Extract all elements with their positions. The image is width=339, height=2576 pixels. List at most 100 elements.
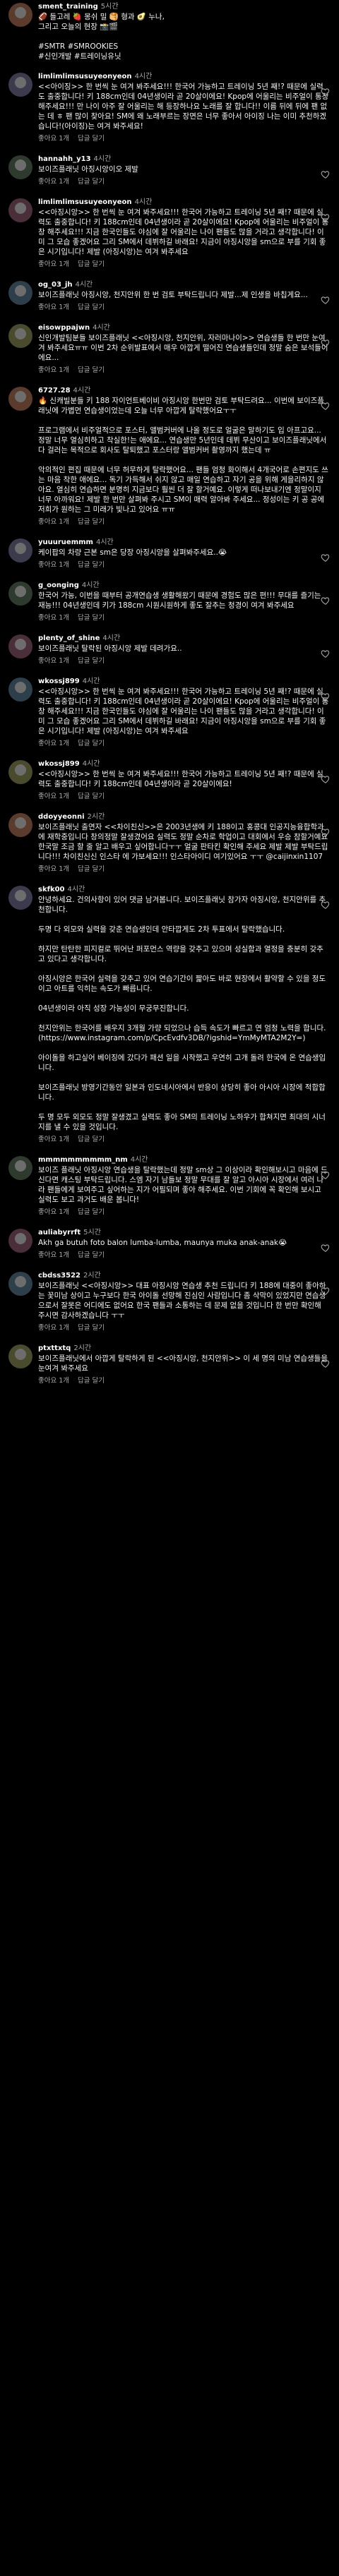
username[interactable]: skfk00 [38,886,65,893]
reply-button[interactable]: 답글 달기 [78,657,105,665]
username[interactable]: og_03_jh [38,281,73,289]
username[interactable]: mmmmmmmmmm_nm [38,1156,128,1164]
heart-icon[interactable] [321,338,331,348]
comment-item: ptxttxtq 2시간 보이즈플래닛에서 아깝게 탈락하게 된 <<아징시앙, 천… [0,1342,339,1395]
heart-icon[interactable] [321,295,331,305]
heart-icon[interactable] [321,212,331,222]
heart-icon[interactable] [321,1359,331,1368]
heart-icon[interactable] [321,596,331,606]
avatar[interactable] [8,1156,32,1180]
timestamp: 4시간 [75,281,93,289]
username[interactable]: ptxttxtq [38,1344,71,1352]
reply-button[interactable]: 답글 달기 [78,865,105,873]
comment-header: eisowppajwn 4시간 [38,323,329,332]
avatar[interactable] [8,1272,32,1296]
like-count[interactable]: 좋아요 1개 [38,614,69,622]
heart-icon[interactable] [321,1286,331,1296]
like-count[interactable]: 좋아요 1개 [38,303,69,311]
comment-header: wkossj899 4시간 [38,759,329,769]
reply-button[interactable]: 답글 달기 [78,1324,105,1332]
avatar[interactable] [8,155,32,179]
avatar[interactable] [8,1344,32,1368]
avatar[interactable] [8,198,32,222]
heart-icon[interactable] [321,1243,331,1253]
reply-button[interactable]: 답글 달기 [78,614,105,622]
avatar[interactable] [8,1229,32,1253]
username[interactable]: ddoyyeonni [38,813,85,821]
like-count[interactable]: 좋아요 1개 [38,366,69,374]
avatar[interactable] [8,3,32,27]
heart-icon[interactable] [321,401,331,411]
username[interactable]: auliabyrrft [38,1229,81,1236]
avatar[interactable] [8,760,32,784]
comment-actions: 좋아요 1개 답글 달기 [38,739,329,749]
username[interactable]: wkossj899 [38,760,80,768]
reply-button[interactable]: 답글 달기 [78,366,105,374]
username[interactable]: cbdss3522 [38,1272,81,1280]
avatar[interactable] [8,324,32,348]
avatar[interactable] [8,813,32,837]
like-count[interactable]: 좋아요 1개 [38,865,69,873]
avatar[interactable] [8,634,32,658]
like-count[interactable]: 좋아요 1개 [38,793,69,800]
like-count[interactable]: 좋아요 1개 [38,1377,69,1385]
reply-button[interactable]: 답글 달기 [78,1136,105,1143]
like-count[interactable]: 좋아요 1개 [38,1208,69,1216]
like-count[interactable]: 좋아요 1개 [38,561,69,569]
reply-button[interactable]: 답글 달기 [78,303,105,311]
like-count[interactable]: 좋아요 1개 [38,135,69,143]
username[interactable]: eisowppajwn [38,324,90,332]
heart-icon[interactable] [321,774,331,784]
username[interactable]: limlimlimsusuyeonyeon [38,198,132,206]
avatar[interactable] [8,886,32,910]
reply-button[interactable]: 답글 달기 [78,518,105,526]
username[interactable]: sment_training [38,3,98,11]
reply-button[interactable]: 답글 달기 [78,740,105,747]
avatar[interactable] [8,538,32,562]
username[interactable]: limlimlimsusuyeonyeon [38,73,132,80]
username[interactable]: plenty_of_shine [38,634,100,642]
username[interactable]: g_oonging [38,582,79,589]
heart-icon[interactable] [321,692,331,702]
reply-button[interactable]: 답글 달기 [78,135,105,143]
reply-button[interactable]: 답글 달기 [78,561,105,569]
like-count[interactable]: 좋아요 1개 [38,260,69,268]
like-count[interactable]: 좋아요 1개 [38,740,69,747]
username[interactable]: yuuuruemmm [38,538,93,546]
like-count[interactable]: 좋아요 1개 [38,1324,69,1332]
like-count[interactable]: 좋아요 1개 [38,518,69,526]
like-count[interactable]: 좋아요 1개 [38,657,69,665]
comment-header: wkossj899 4시간 [38,677,329,686]
comment-item: auliabyrrft 5시간 Akh ga butuh foto balon lu… [0,1226,339,1269]
reply-button[interactable]: 답글 달기 [78,1208,105,1216]
heart-icon[interactable] [321,169,331,179]
like-count[interactable]: 좋아요 1개 [38,1136,69,1143]
comment-actions: 좋아요 1개 답글 달기 [38,613,329,623]
reply-button[interactable]: 답글 달기 [78,1377,105,1385]
username[interactable]: 6727.28 [38,387,71,395]
timestamp: 2시간 [83,1272,101,1280]
like-count[interactable]: 좋아요 1개 [38,1251,69,1259]
username[interactable]: wkossj899 [38,678,80,685]
reply-button[interactable]: 답글 달기 [78,1251,105,1259]
avatar[interactable] [8,678,32,702]
avatar[interactable] [8,73,32,97]
username[interactable]: hannahh_y13 [38,155,91,163]
reply-button[interactable]: 답글 달기 [78,260,105,268]
comment-header: g_oonging 4시간 [38,581,329,590]
heart-icon[interactable] [321,553,331,562]
heart-icon[interactable] [321,87,331,97]
heart-icon[interactable] [321,900,331,910]
avatar[interactable] [8,582,32,606]
reply-button[interactable]: 답글 달기 [78,178,105,186]
avatar[interactable] [8,387,32,411]
heart-icon[interactable] [321,1170,331,1180]
comment-text: <<아징시앙>> 한 번씩 눈 여겨 봐주세요!!! 한국어 가능하고 트레이닝… [38,770,323,788]
heart-icon[interactable] [321,827,331,837]
timestamp: 5시간 [100,3,119,11]
comment-text: 보이즈플래닛에서 아깝게 탈락하게 된 <<아징시앙, 천지안위>> 이 세 명… [38,1354,331,1373]
like-count[interactable]: 좋아요 1개 [38,178,69,186]
reply-button[interactable]: 답글 달기 [78,793,105,800]
avatar[interactable] [8,281,32,305]
heart-icon[interactable] [321,649,331,658]
